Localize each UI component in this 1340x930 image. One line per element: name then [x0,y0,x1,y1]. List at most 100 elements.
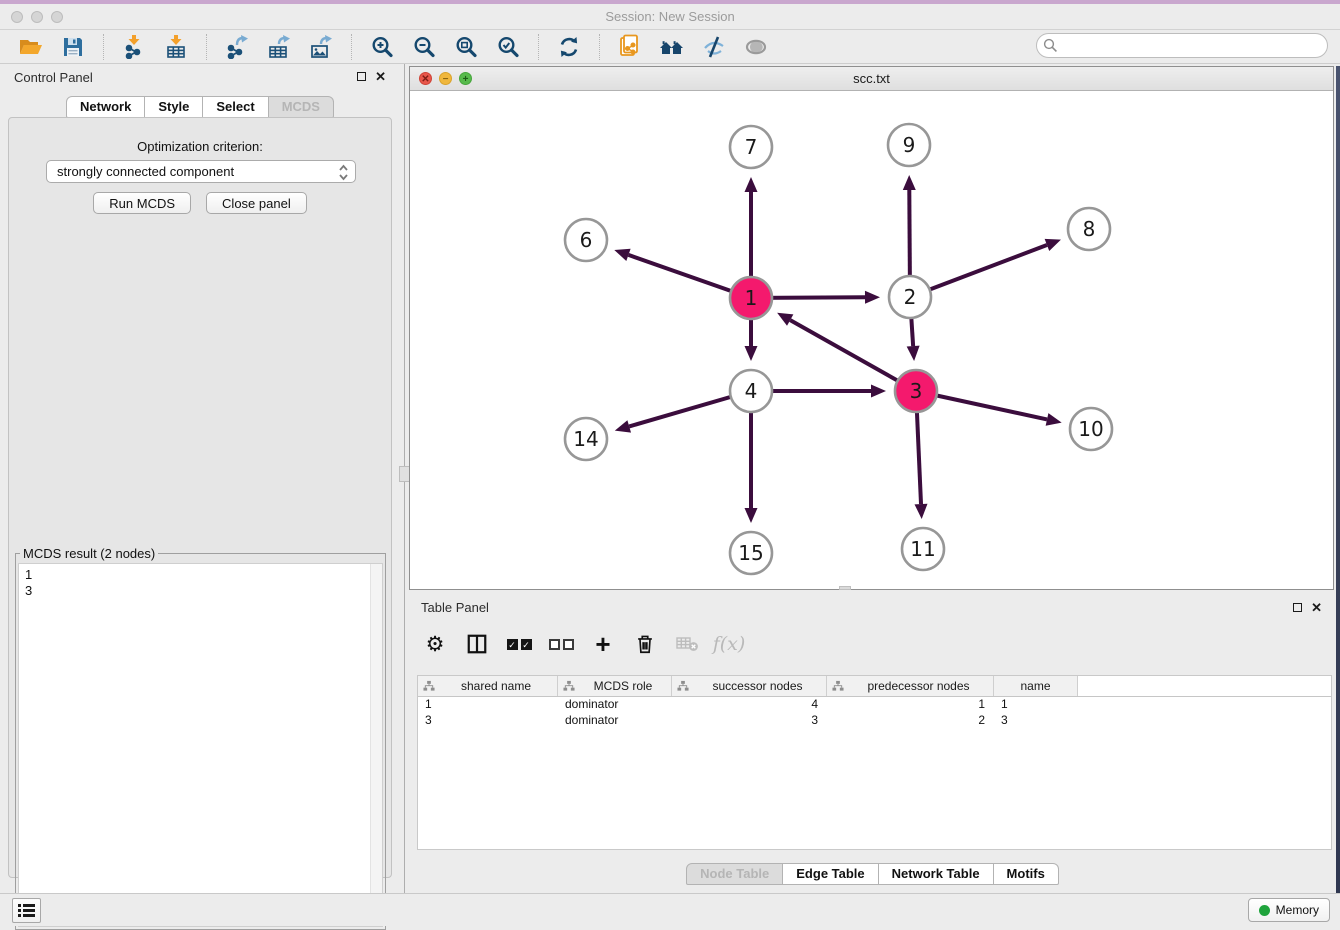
cell-successor-nodes[interactable]: 3 [672,713,827,729]
float-panel-icon[interactable] [357,72,366,81]
search-field[interactable] [1036,33,1328,58]
delete-table-button [673,630,701,658]
apply-layout-button[interactable] [553,32,585,62]
export-image-button[interactable] [305,32,337,62]
mcds-result-title: MCDS result (2 nodes) [20,546,158,561]
cell-shared-name[interactable]: 1 [418,697,558,713]
criterion-dropdown[interactable]: strongly connected component [46,160,356,183]
column-layout-button[interactable] [463,630,491,658]
result-scrollbar[interactable] [370,564,382,926]
table-settings-button[interactable]: ⚙ [421,630,449,658]
toolbar-separator [599,34,600,60]
tab-edge-table[interactable]: Edge Table [783,863,878,885]
tab-node-table[interactable]: Node Table [686,863,783,885]
tab-select[interactable]: Select [203,96,268,118]
delete-column-button[interactable] [631,630,659,658]
graph-node-8[interactable]: 8 [1068,208,1110,250]
zoom-fit-button[interactable] [450,32,482,62]
mcds-panel: Optimization criterion: strongly connect… [8,117,392,878]
graph-node-14[interactable]: 14 [565,418,607,460]
checked-boxes-icon: ✓✓ [507,639,532,650]
graph-node-10[interactable]: 10 [1070,408,1112,450]
tab-style[interactable]: Style [145,96,203,118]
cell-name[interactable]: 1 [994,697,1078,713]
tab-motifs[interactable]: Motifs [994,863,1059,885]
cell-successor-nodes[interactable]: 4 [672,697,827,713]
close-panel-button[interactable]: Close panel [206,192,307,214]
export-table-button[interactable] [263,32,295,62]
graph-node-11[interactable]: 11 [902,528,944,570]
gear-icon: ⚙ [426,634,445,655]
node-table: shared name MCDS role successor nodes pr… [417,675,1332,850]
status-bar: Memory [0,893,1340,926]
select-all-columns-button[interactable]: ✓✓ [505,630,533,658]
toolbar-separator [206,34,207,60]
close-panel-icon[interactable]: ✕ [1311,601,1322,614]
task-history-button[interactable] [12,898,41,923]
table-toolbar: ⚙ ✓✓ + [421,627,743,661]
graph-edge-arrowhead [903,175,916,190]
graph-node-15[interactable]: 15 [730,532,772,574]
graph-edge-arrowhead [907,346,920,361]
zoom-in-button[interactable] [366,32,398,62]
unchecked-boxes-icon [549,639,574,650]
export-network-button[interactable] [221,32,253,62]
graph-node-6[interactable]: 6 [565,219,607,261]
open-session-button[interactable] [15,32,47,62]
table-header-row: shared name MCDS role successor nodes pr… [418,676,1331,697]
cell-predecessor-nodes[interactable]: 2 [827,713,994,729]
function-builder-button: f(x) [715,630,743,658]
result-line: 1 [25,567,376,583]
show-all-button[interactable] [740,32,772,62]
first-neighbors-button[interactable] [656,32,688,62]
tab-mcds[interactable]: MCDS [269,96,334,118]
mcds-result-text[interactable]: 1 3 [18,563,383,927]
column-header-name[interactable]: name [994,676,1078,696]
graph-node-4[interactable]: 4 [730,370,772,412]
zoom-out-button[interactable] [408,32,440,62]
cell-name[interactable]: 3 [994,713,1078,729]
graph-node-1[interactable]: 1 [730,277,772,319]
column-header-shared-name[interactable]: shared name [418,676,558,696]
cell-mcds-role[interactable]: dominator [558,697,672,713]
hide-unselected-button[interactable] [698,32,730,62]
column-header-predecessor-nodes[interactable]: predecessor nodes [827,676,994,696]
graph-node-9[interactable]: 9 [888,124,930,166]
tab-network-table[interactable]: Network Table [879,863,994,885]
control-panel: Control Panel ✕ Network Style Select MCD… [0,64,400,894]
window-title: Session: New Session [0,9,1340,24]
memory-button[interactable]: Memory [1248,898,1330,922]
new-network-button[interactable] [614,32,646,62]
create-column-button[interactable]: + [589,630,617,658]
cell-predecessor-nodes[interactable]: 1 [827,697,994,713]
float-panel-icon[interactable] [1293,603,1302,612]
unselect-all-columns-button[interactable] [547,630,575,658]
import-network-button[interactable] [118,32,150,62]
graph-node-label: 7 [745,135,758,159]
column-header-successor-nodes[interactable]: successor nodes [672,676,827,696]
toolbar-separator [103,34,104,60]
graph-node-label: 1 [745,286,758,310]
refresh-icon [557,35,581,59]
cell-shared-name[interactable]: 3 [418,713,558,729]
graph-node-7[interactable]: 7 [730,126,772,168]
tab-network[interactable]: Network [66,96,145,118]
search-input[interactable] [1036,33,1328,58]
zoom-selected-button[interactable] [492,32,524,62]
save-session-button[interactable] [57,32,89,62]
table-panel-tabs: Node Table Edge Table Network Table Moti… [409,863,1336,885]
graph-node-2[interactable]: 2 [889,276,931,318]
column-header-mcds-role[interactable]: MCDS role [558,676,672,696]
network-canvas[interactable]: 1 2 3 4 6 7 8 9 10 11 14 15 [410,91,1333,589]
columns-icon [466,633,488,655]
table-row[interactable]: 1 dominator 4 1 1 [418,697,1331,713]
cell-mcds-role[interactable]: dominator [558,713,672,729]
table-row[interactable]: 3 dominator 3 2 3 [418,713,1331,729]
close-panel-icon[interactable]: ✕ [375,70,386,83]
run-mcds-button[interactable]: Run MCDS [93,192,191,214]
graph-node-3[interactable]: 3 [895,370,937,412]
graph-node-label: 14 [573,427,598,451]
frame-resize-grip[interactable] [839,586,851,590]
tree-icon [677,680,689,692]
import-table-button[interactable] [160,32,192,62]
